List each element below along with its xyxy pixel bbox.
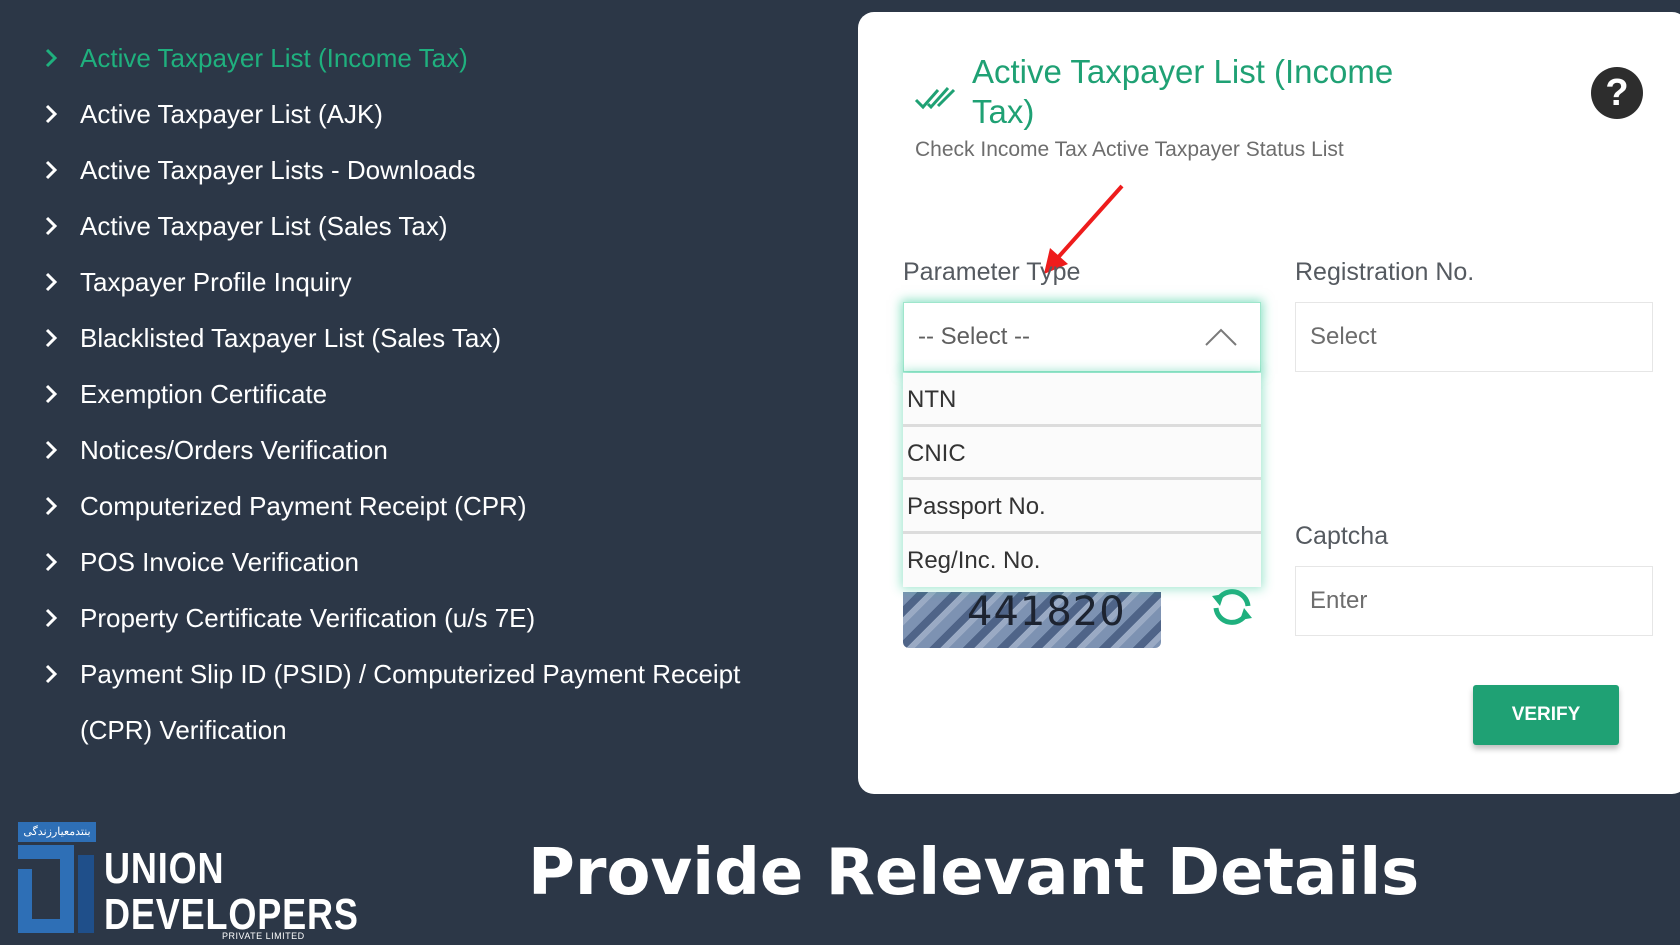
chevron-right-icon bbox=[44, 254, 80, 310]
sidebar-item-pos-invoice[interactable]: POS Invoice Verification bbox=[44, 534, 804, 590]
chevron-right-icon bbox=[44, 310, 80, 366]
sidebar-item-notices-orders[interactable]: Notices/Orders Verification bbox=[44, 422, 804, 478]
sidebar-item-label: Active Taxpayer List (Sales Tax) bbox=[80, 211, 448, 241]
sidebar-item-label: Active Taxpayer Lists - Downloads bbox=[80, 155, 476, 185]
sidebar-item-active-taxpayer-downloads[interactable]: Active Taxpayer Lists - Downloads bbox=[44, 142, 804, 198]
sidebar-item-label: POS Invoice Verification bbox=[80, 547, 359, 577]
sidebar-item-label: Taxpayer Profile Inquiry bbox=[80, 267, 352, 297]
double-check-icon bbox=[914, 86, 956, 110]
dropdown-option-ntn[interactable]: NTN bbox=[903, 373, 1261, 427]
brand-name-line1: UNION bbox=[104, 844, 225, 893]
parameter-type-selected-value: -- Select -- bbox=[918, 323, 1031, 350]
sidebar-item-label: Active Taxpayer List (AJK) bbox=[80, 99, 383, 129]
chevron-right-icon bbox=[44, 142, 80, 198]
sidebar-item-property-certificate[interactable]: Property Certificate Verification (u/s 7… bbox=[44, 590, 804, 646]
chevron-right-icon bbox=[44, 30, 80, 86]
captcha-input[interactable] bbox=[1295, 566, 1653, 636]
headline-caption: Provide Relevant Details bbox=[528, 836, 1420, 910]
parameter-type-label: Parameter Type bbox=[903, 258, 1081, 286]
captcha-code: 441820 bbox=[967, 592, 1126, 635]
parameter-type-select[interactable]: -- Select -- bbox=[903, 302, 1261, 372]
question-circle-icon[interactable]: ? bbox=[1591, 67, 1643, 119]
parameter-type-dropdown: NTN CNIC Passport No. Reg/Inc. No. bbox=[903, 373, 1261, 587]
sidebar-nav: Active Taxpayer List (Income Tax) Active… bbox=[44, 30, 804, 758]
chevron-right-icon bbox=[44, 646, 80, 702]
sidebar-item-cpr[interactable]: Computerized Payment Receipt (CPR) bbox=[44, 478, 804, 534]
page-title: Active Taxpayer List (Income Tax) bbox=[972, 53, 1394, 130]
chevron-right-icon bbox=[44, 86, 80, 142]
sidebar-item-blacklisted-taxpayer[interactable]: Blacklisted Taxpayer List (Sales Tax) bbox=[44, 310, 804, 366]
registration-no-label: Registration No. bbox=[1295, 258, 1475, 286]
dropdown-option-passport-no[interactable]: Passport No. bbox=[903, 480, 1261, 534]
sidebar-item-active-taxpayer-sales-tax[interactable]: Active Taxpayer List (Sales Tax) bbox=[44, 198, 804, 254]
sidebar-item-label: Blacklisted Taxpayer List (Sales Tax) bbox=[80, 323, 502, 353]
sidebar-item-label: Property Certificate Verification (u/s 7… bbox=[80, 603, 536, 633]
chevron-right-icon bbox=[44, 478, 80, 534]
captcha-image: 441820 bbox=[903, 592, 1161, 648]
verification-card: Active Taxpayer List (Income Tax) Check … bbox=[858, 12, 1680, 794]
captcha-label: Captcha bbox=[1295, 522, 1389, 550]
sidebar-item-active-taxpayer-income-tax[interactable]: Active Taxpayer List (Income Tax) bbox=[44, 30, 804, 86]
sidebar-item-label: Computerized Payment Receipt (CPR) bbox=[80, 491, 527, 521]
sidebar-item-psid-cpr-verification[interactable]: Payment Slip ID (PSID) / Computerized Pa… bbox=[44, 646, 804, 758]
refresh-icon[interactable] bbox=[1210, 586, 1254, 628]
chevron-right-icon bbox=[44, 422, 80, 478]
sidebar-item-exemption-certificate[interactable]: Exemption Certificate bbox=[44, 366, 804, 422]
sidebar-item-taxpayer-profile-inquiry[interactable]: Taxpayer Profile Inquiry bbox=[44, 254, 804, 310]
sidebar-item-label: Payment Slip ID (PSID) / Computerized Pa… bbox=[80, 659, 741, 745]
sidebar-item-active-taxpayer-ajk[interactable]: Active Taxpayer List (AJK) bbox=[44, 86, 804, 142]
sidebar-item-label: Exemption Certificate bbox=[80, 379, 328, 409]
chevron-right-icon bbox=[44, 590, 80, 646]
sidebar-item-label: Active Taxpayer List (Income Tax) bbox=[80, 43, 468, 73]
sidebar-item-label: Notices/Orders Verification bbox=[80, 435, 388, 465]
chevron-right-icon bbox=[44, 366, 80, 422]
dropdown-option-reg-inc-no[interactable]: Reg/Inc. No. bbox=[903, 533, 1261, 587]
dropdown-option-cnic[interactable]: CNIC bbox=[903, 426, 1261, 480]
chevron-up-icon bbox=[1205, 328, 1237, 346]
verify-button[interactable]: VERIFY bbox=[1473, 685, 1619, 745]
brand-name: UNION DEVELOPERS bbox=[104, 846, 359, 938]
chevron-right-icon bbox=[44, 534, 80, 590]
registration-no-input[interactable] bbox=[1295, 302, 1653, 372]
page-subtitle: Check Income Tax Active Taxpayer Status … bbox=[915, 138, 1344, 161]
chevron-right-icon bbox=[44, 198, 80, 254]
brand-subtitle: PRIVATE LIMITED bbox=[222, 931, 305, 941]
union-developers-logo bbox=[18, 845, 94, 933]
brand-tagline: بنتدمعیارزندگی bbox=[18, 822, 96, 842]
